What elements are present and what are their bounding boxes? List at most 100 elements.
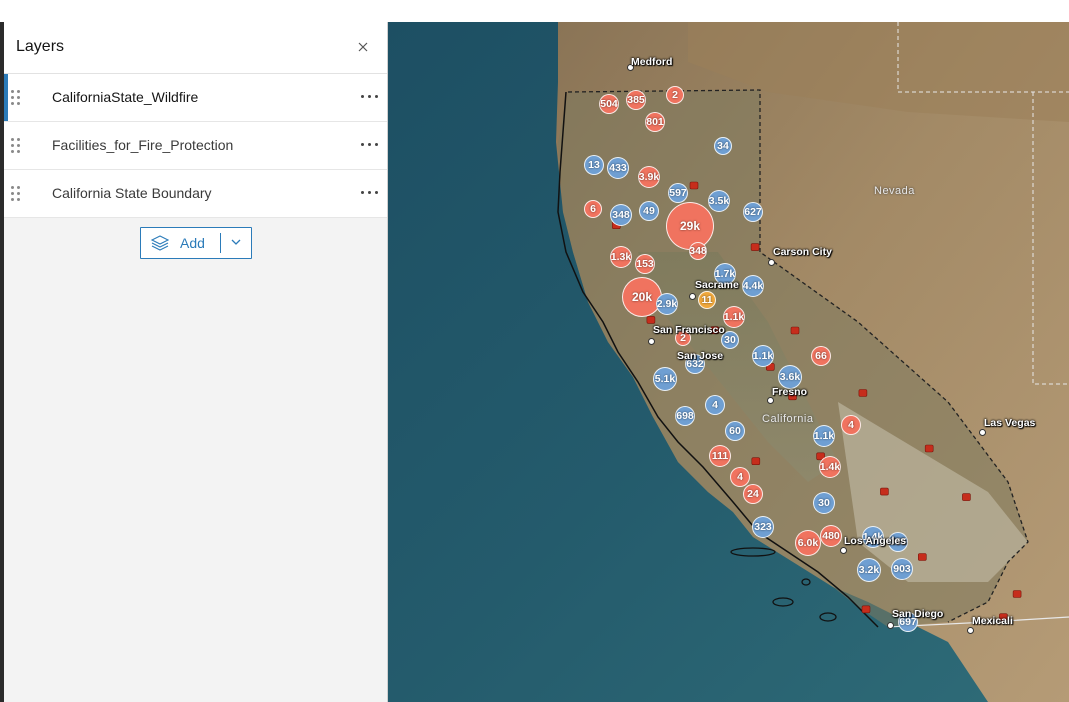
map-label-carson-city: Carson City — [773, 246, 832, 258]
more-options-icon[interactable] — [361, 142, 379, 148]
cluster-bubble[interactable]: 348 — [689, 242, 707, 260]
cluster-bubble[interactable]: 597 — [668, 183, 688, 203]
cluster-bubble[interactable]: 698 — [675, 406, 695, 426]
cluster-bubble[interactable]: 29k — [666, 202, 714, 250]
cluster-bubble[interactable]: 433 — [607, 157, 629, 179]
cluster-bubble[interactable]: 60 — [725, 421, 745, 441]
cluster-bubble[interactable]: 1.1k — [723, 306, 745, 328]
fire-marker — [917, 553, 927, 561]
city-marker — [689, 293, 696, 300]
layer-item-wildfire[interactable]: CaliforniaState_Wildfire — [4, 74, 387, 122]
cluster-bubble[interactable]: 3.5k — [708, 190, 730, 212]
fire-marker — [1012, 590, 1022, 598]
map-label-san-diego: San Diego — [892, 608, 944, 620]
close-icon[interactable] — [355, 39, 371, 55]
cluster-bubble[interactable]: 1.3k — [610, 246, 632, 268]
fire-marker — [646, 316, 656, 324]
cluster-bubble[interactable]: 6 — [584, 200, 602, 218]
layers-icon — [150, 235, 170, 251]
layer-list: CaliforniaState_Wildfire Facilities_for_… — [4, 74, 387, 218]
fire-marker — [861, 605, 871, 614]
cluster-bubble[interactable]: 34 — [714, 137, 732, 155]
fire-marker — [751, 457, 761, 466]
cluster-bubble[interactable]: 504 — [599, 94, 619, 114]
cluster-bubble[interactable]: 5.1k — [653, 367, 677, 391]
map-label-nevada: Nevada — [874, 185, 915, 197]
cluster-bubble[interactable]: 4 — [841, 415, 861, 435]
layer-label: Facilities_for_Fire_Protection — [52, 137, 234, 153]
cluster-bubble[interactable]: 3.2k — [857, 558, 881, 582]
cluster-bubble[interactable]: 13 — [584, 155, 604, 175]
city-marker — [840, 547, 847, 554]
layer-label: California State Boundary — [52, 185, 212, 201]
cluster-bubble[interactable]: 2 — [666, 86, 684, 104]
more-options-icon[interactable] — [361, 190, 379, 196]
drag-handle-icon[interactable] — [11, 186, 21, 202]
panel-title: Layers — [16, 38, 65, 55]
map-label-california: California — [762, 413, 814, 425]
cluster-bubble[interactable]: 1.4k — [819, 456, 841, 478]
map-label-sacramento: Sacrame — [695, 279, 739, 291]
cluster-bubble[interactable]: 11 — [698, 291, 716, 309]
more-options-icon[interactable] — [361, 94, 379, 100]
cluster-bubble[interactable]: 627 — [743, 202, 763, 222]
app-header — [0, 0, 1069, 23]
fire-marker — [924, 444, 934, 453]
app-title-clipped — [40, 0, 46, 14]
map-label-san-francisco: San Francisco — [653, 324, 725, 336]
cluster-bubble[interactable]: 6.0k — [795, 530, 821, 556]
chevron-down-icon — [231, 239, 241, 245]
cluster-bubble[interactable]: 348 — [610, 204, 632, 226]
add-label: Add — [180, 235, 205, 251]
cluster-bubble[interactable]: 323 — [752, 516, 774, 538]
cluster-bubble[interactable]: 4 — [730, 467, 750, 487]
drag-handle-icon[interactable] — [11, 138, 21, 154]
drag-handle-icon[interactable] — [11, 90, 21, 106]
fire-marker — [858, 389, 868, 397]
cluster-bubble[interactable]: 385 — [626, 90, 646, 110]
cluster-bubble[interactable]: 153 — [635, 254, 655, 274]
map-label-fresno: Fresno — [772, 386, 808, 398]
city-marker — [979, 429, 986, 436]
map-label-los-angeles: Los Angeles — [844, 535, 907, 547]
cluster-bubble[interactable]: 4.4k — [742, 275, 764, 297]
add-layer-control: Add — [140, 227, 252, 259]
cluster-bubble[interactable]: 801 — [645, 112, 665, 132]
fire-marker — [689, 181, 699, 190]
map-label-las-vegas: Las Vegas — [984, 417, 1036, 429]
cluster-bubble[interactable]: 49 — [639, 201, 659, 221]
city-marker — [887, 622, 894, 629]
cluster-bubble[interactable]: 2.9k — [656, 293, 678, 315]
fire-markers-layer — [612, 181, 1022, 622]
cluster-bubble[interactable]: 3.9k — [638, 166, 660, 188]
cluster-bubble[interactable]: 480 — [820, 525, 842, 547]
city-marker — [767, 397, 774, 404]
cluster-bubble[interactable]: 20k — [622, 277, 662, 317]
map-label-mexicali: Mexicali — [972, 615, 1013, 627]
cluster-bubble[interactable]: 30 — [813, 492, 835, 514]
map-label-medford: Medford — [631, 56, 673, 68]
city-marker — [648, 338, 655, 345]
fire-marker — [880, 487, 889, 496]
add-dropdown-button[interactable] — [221, 228, 251, 258]
fire-marker — [790, 326, 800, 335]
cluster-bubble[interactable]: 66 — [811, 346, 831, 366]
layers-panel: Layers CaliforniaState_Wildfire Faciliti… — [4, 22, 388, 702]
cluster-bubble[interactable]: 1.1k — [752, 345, 774, 367]
fire-marker — [962, 493, 971, 501]
cluster-bubble[interactable]: 24 — [743, 484, 763, 504]
cluster-bubble[interactable]: 1.1k — [813, 425, 835, 447]
layer-label: CaliforniaState_Wildfire — [52, 89, 199, 105]
fire-marker — [750, 243, 760, 251]
cluster-bubble[interactable]: 4 — [705, 395, 725, 415]
add-layer-button[interactable]: Add — [141, 228, 219, 258]
cluster-bubble[interactable]: 111 — [709, 445, 731, 467]
map-view[interactable]: 504 385 2 801 34 13 433 3.9k 597 3.5k 6 348 49 627 29k… — [388, 22, 1069, 702]
active-indicator — [4, 74, 8, 121]
city-marker — [967, 627, 974, 634]
cluster-bubble[interactable]: 903 — [891, 558, 913, 580]
layer-item-facilities[interactable]: Facilities_for_Fire_Protection — [4, 122, 387, 170]
layer-item-boundary[interactable]: California State Boundary — [4, 170, 387, 218]
map-label-san-jose: San Jose — [677, 350, 724, 362]
layers-panel-header: Layers — [4, 22, 387, 74]
